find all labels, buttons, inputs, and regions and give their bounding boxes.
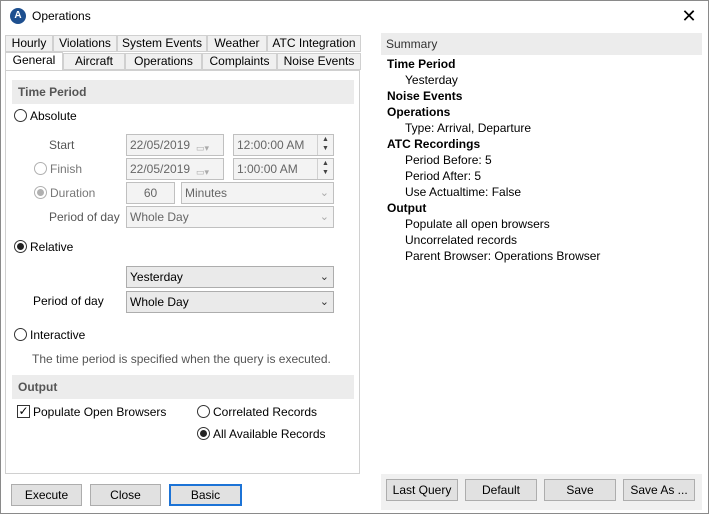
rel-period-of-day-value: Whole Day [130, 295, 189, 309]
duration-value-field: 60 [126, 182, 175, 204]
last-query-button[interactable]: Last Query [386, 479, 458, 501]
correlated-records-radio[interactable] [197, 405, 210, 418]
tab-operations[interactable]: Operations [125, 53, 202, 70]
tab-aircraft[interactable]: Aircraft [63, 53, 125, 70]
relative-label: Relative [30, 240, 74, 254]
summary-header: Summary [381, 33, 702, 55]
start-label: Start [49, 138, 75, 152]
finish-date-field: 22/05/2019 ▭▾ [126, 158, 224, 180]
rel-period-of-day-label: Period of day [33, 294, 104, 308]
rel-period-of-day-select[interactable]: Whole Day ⌄ [126, 291, 334, 313]
tab-noise-events[interactable]: Noise Events [277, 53, 361, 70]
chevron-down-icon: ⌄ [319, 271, 329, 283]
duration-unit-value: Minutes [185, 186, 228, 200]
abs-period-of-day-select: Whole Day ⌄ [126, 206, 334, 228]
abs-period-of-day-label: Period of day [49, 210, 120, 224]
default-button[interactable]: Default [465, 479, 537, 501]
finish-time-field: 1:00:00 AM ▲ ▼ [233, 158, 334, 180]
duration-label: Duration [50, 186, 96, 200]
all-available-records-radio[interactable] [197, 427, 210, 440]
spinner-icon: ▲ ▼ [317, 135, 333, 155]
summary-button-bar: Last Query Default Save Save As ... [381, 474, 702, 510]
chevron-down-icon: ⌄ [319, 211, 329, 223]
duration-radio [34, 186, 47, 199]
absolute-radio[interactable] [14, 109, 27, 122]
start-date-value: 22/05/2019 [130, 138, 191, 152]
summary-item: Yesterday [405, 73, 458, 87]
operations-window: A Operations ✕ Hourly Violations System … [0, 0, 709, 514]
summary-item: Use Actualtime: False [405, 185, 522, 199]
tab-atc-integration[interactable]: ATC Integration [267, 35, 361, 52]
summary-item: Uncorrelated records [405, 233, 518, 247]
chevron-down-icon: ⌄ [319, 296, 329, 308]
window-title: Operations [32, 9, 91, 23]
output-header: Output [12, 375, 354, 399]
basic-button[interactable]: Basic [169, 484, 242, 506]
absolute-label: Absolute [30, 109, 77, 123]
correlated-records-label: Correlated Records [213, 405, 318, 419]
execute-button[interactable]: Execute [11, 484, 82, 506]
summary-item: Parent Browser: Operations Browser [405, 249, 601, 263]
finish-date-value: 22/05/2019 [130, 162, 191, 176]
interactive-label: Interactive [30, 328, 86, 342]
close-button[interactable]: Close [90, 484, 161, 506]
summary-section-title: Noise Events [387, 89, 463, 103]
summary-item: Period Before: 5 [405, 153, 492, 167]
tab-complaints[interactable]: Complaints [202, 53, 277, 70]
tab-system-events[interactable]: System Events [117, 35, 207, 52]
interactive-note: The time period is specified when the qu… [32, 352, 331, 366]
save-button[interactable]: Save [544, 479, 616, 501]
duration-unit-select: Minutes ⌄ [181, 182, 334, 204]
tab-general[interactable]: General [5, 52, 63, 71]
calendar-dropdown-icon: ▭▾ [196, 167, 210, 177]
relative-radio[interactable] [14, 240, 27, 253]
start-date-field: 22/05/2019 ▭▾ [126, 134, 224, 156]
summary-section-title: ATC Recordings [387, 137, 481, 151]
summary-section-title: Time Period [387, 57, 456, 71]
summary-item: Period After: 5 [405, 169, 482, 183]
summary-panel: Summary Time Period Yesterday Noise Events… [381, 33, 702, 473]
spinner-icon: ▲ ▼ [317, 159, 333, 179]
summary-section-title: Output [387, 201, 427, 215]
summary-item: Populate all open browsers [405, 217, 550, 231]
abs-period-of-day-value: Whole Day [130, 210, 189, 224]
tab-violations[interactable]: Violations [53, 35, 117, 52]
tab-hourly[interactable]: Hourly [5, 35, 53, 52]
populate-open-browsers-checkbox[interactable]: ✓ [17, 405, 30, 418]
summary-section-title: Operations [387, 105, 451, 119]
finish-label: Finish [50, 162, 83, 176]
title-bar: A Operations ✕ [1, 1, 708, 32]
time-period-header: Time Period [12, 80, 354, 104]
relative-period-value: Yesterday [130, 270, 183, 284]
chevron-down-icon: ⌄ [319, 187, 329, 199]
summary-item: Type: Arrival, Departure [405, 121, 532, 135]
save-as-button[interactable]: Save As ... [623, 479, 695, 501]
start-time-field: 12:00:00 AM ▲ ▼ [233, 134, 334, 156]
app-logo-icon: A [10, 8, 26, 24]
start-time-value: 12:00:00 AM [237, 138, 305, 152]
relative-period-select[interactable]: Yesterday ⌄ [126, 266, 334, 288]
finish-radio [34, 162, 47, 175]
populate-open-browsers-label: Populate Open Browsers [33, 405, 167, 419]
all-available-records-label: All Available Records [213, 427, 326, 441]
finish-time-value: 1:00:00 AM [237, 162, 298, 176]
tab-weather[interactable]: Weather [207, 35, 267, 52]
interactive-radio[interactable] [14, 328, 27, 341]
calendar-dropdown-icon: ▭▾ [196, 143, 210, 153]
close-window-icon[interactable]: ✕ [678, 5, 700, 27]
